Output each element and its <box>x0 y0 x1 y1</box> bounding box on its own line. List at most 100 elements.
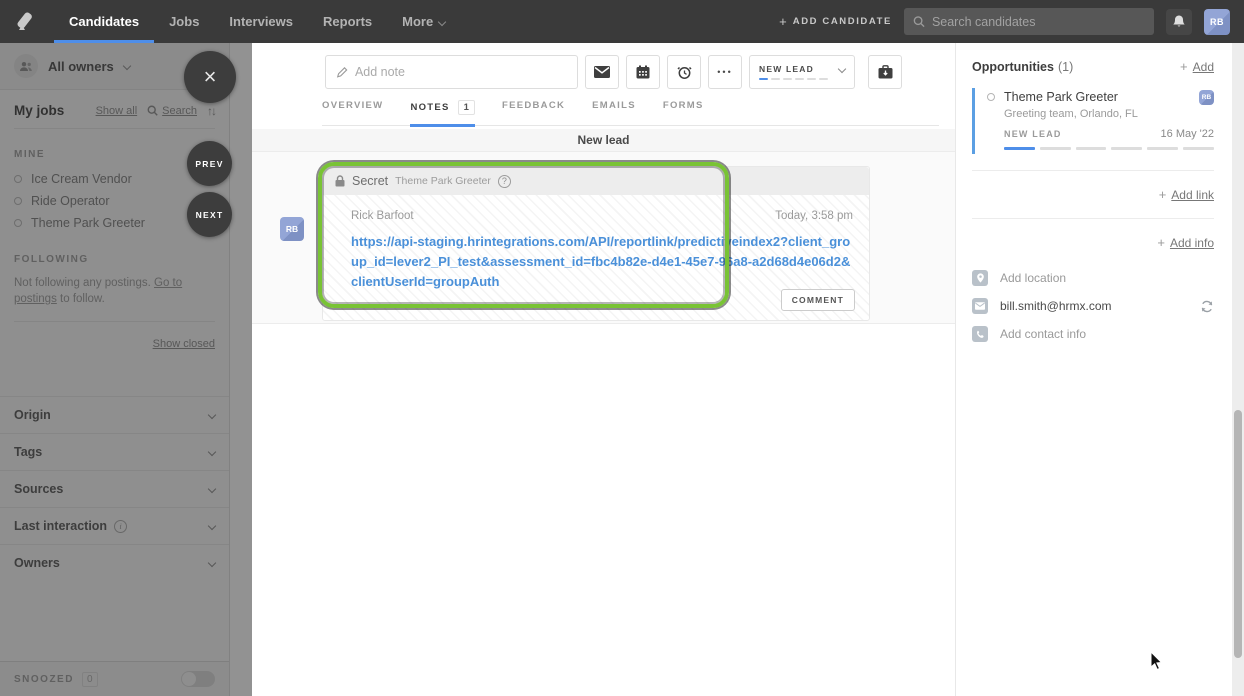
opportunity-stage: NEW LEAD <box>1004 129 1062 139</box>
stage-label: NEW LEAD <box>759 64 814 74</box>
notes-list: RB Secret Theme Park Greeter Rick Bar <box>252 152 955 324</box>
opportunity-card[interactable]: Theme Park Greeter RB Greeting team, Orl… <box>972 88 1214 154</box>
nav-item-more[interactable]: More <box>387 0 460 43</box>
comment-button[interactable]: COMMENT <box>780 289 855 311</box>
divider <box>972 218 1214 219</box>
add-link-button[interactable]: + Add link <box>1159 187 1214 202</box>
chevron-down-icon <box>437 17 447 26</box>
envelope-icon <box>594 66 610 78</box>
notes-count-badge: 1 <box>457 100 475 115</box>
add-location-label: Add location <box>1000 271 1067 285</box>
nav-item-reports[interactable]: Reports <box>308 0 387 43</box>
email-button[interactable] <box>585 55 619 89</box>
stage-section-header: New lead <box>252 129 955 152</box>
add-note-input[interactable] <box>354 65 567 79</box>
note-job-label: Theme Park Greeter <box>395 175 491 187</box>
add-link-label: Add link <box>1171 187 1214 202</box>
user-avatar[interactable]: RB <box>1204 8 1230 35</box>
note-author-avatar: RB <box>280 217 304 241</box>
refresh-icon <box>1201 300 1213 312</box>
opportunities-sidebar: Opportunities (1) + Add Theme Park Greet… <box>955 43 1244 696</box>
vertical-scrollbar[interactable] <box>1232 43 1244 696</box>
phone-icon <box>972 326 988 342</box>
add-opportunity-button[interactable]: + Add <box>1180 59 1214 74</box>
opportunity-title-row: Theme Park Greeter <box>987 90 1214 104</box>
candidate-search-box[interactable] <box>904 8 1154 35</box>
help-icon[interactable] <box>497 174 511 188</box>
tab-overview[interactable]: OVERVIEW <box>322 100 383 120</box>
opportunities-title: Opportunities <box>972 59 1054 74</box>
tab-forms[interactable]: FORMS <box>663 100 704 120</box>
opportunities-header: Opportunities (1) + Add <box>972 59 1214 74</box>
opportunity-stage-row: NEW LEAD 16 May '22 <box>1004 128 1214 140</box>
schedule-button[interactable] <box>626 55 660 89</box>
tab-label: OVERVIEW <box>322 100 384 111</box>
profile-tabs: OVERVIEW NOTES 1 FEEDBACK EMAILS FORMS <box>322 100 939 127</box>
stage-progress <box>759 78 845 80</box>
opportunity-owner-avatar: RB <box>1199 90 1214 105</box>
prev-candidate-button[interactable]: PREV <box>187 141 232 186</box>
note-header: Secret Theme Park Greeter <box>323 167 869 195</box>
nav-item-interviews[interactable]: Interviews <box>214 0 308 43</box>
search-icon <box>913 16 925 28</box>
tab-emails[interactable]: EMAILS <box>592 100 636 120</box>
plus-icon: + <box>1180 59 1188 74</box>
add-link-row: + Add link <box>972 187 1214 202</box>
add-info-button[interactable]: + Add info <box>1157 235 1214 250</box>
page-body: All owners My jobs Show all Search MINE <box>0 43 1244 696</box>
lever-logo-icon <box>17 11 32 30</box>
search-input[interactable] <box>931 14 1145 29</box>
add-candidate-label: ADD CANDIDATE <box>792 16 892 27</box>
add-contact-info-label: Add contact info <box>1000 327 1087 341</box>
add-candidate-button[interactable]: + ADD CANDIDATE <box>779 14 892 29</box>
plus-icon: + <box>1157 235 1165 250</box>
nav-item-label: Jobs <box>169 14 200 29</box>
add-note-field[interactable] <box>325 55 578 89</box>
note-meta: Rick Barfoot Today, 3:58 pm <box>323 195 869 222</box>
profile-center-column: NEW LEAD OVERVIEW <box>252 43 955 696</box>
nav-item-label: Interviews <box>229 14 294 29</box>
tab-label: FORMS <box>662 100 704 111</box>
candidate-email: bill.smith@hrmx.com <box>1000 299 1112 313</box>
opportunities-count: (1) <box>1057 59 1074 74</box>
pencil-icon <box>336 66 348 78</box>
chevron-down-icon <box>837 64 847 74</box>
nav-item-candidates[interactable]: Candidates <box>54 0 155 43</box>
plus-icon: + <box>1158 187 1167 202</box>
add-to-job-button[interactable] <box>868 55 902 89</box>
tab-feedback[interactable]: FEEDBACK <box>502 100 565 120</box>
tab-notes[interactable]: NOTES 1 <box>410 100 475 127</box>
briefcase-icon <box>878 65 892 79</box>
notifications-button[interactable] <box>1166 8 1192 35</box>
opportunity-progress <box>1004 147 1214 150</box>
more-actions-button[interactable] <box>708 55 742 89</box>
add-opportunity-label: Add <box>1192 59 1214 74</box>
note-card: Secret Theme Park Greeter Rick Barfoot T… <box>322 166 870 321</box>
email-contact-row[interactable]: bill.smith@hrmx.com <box>972 292 1214 320</box>
next-candidate-button[interactable]: NEXT <box>187 192 232 237</box>
note-author-name: Rick Barfoot <box>351 210 414 222</box>
nav-item-jobs[interactable]: Jobs <box>154 0 214 43</box>
tab-label: EMAILS <box>592 100 636 111</box>
lever-logo[interactable] <box>0 0 54 43</box>
top-nav: Candidates Jobs Interviews Reports More … <box>0 0 1244 43</box>
scrollbar-thumb[interactable] <box>1234 410 1242 658</box>
alarm-clock-icon <box>676 66 692 79</box>
opportunity-team: Greeting team, Orlando, FL <box>1004 108 1138 120</box>
add-info-row: + Add info <box>972 235 1214 250</box>
stage-dropdown[interactable]: NEW LEAD <box>749 55 855 89</box>
add-contact-info-row[interactable]: Add contact info <box>972 320 1214 348</box>
job-circle-icon <box>987 93 995 101</box>
add-location-row[interactable]: Add location <box>972 264 1214 292</box>
nav-items: Candidates Jobs Interviews Reports More <box>54 0 460 43</box>
close-profile-button[interactable] <box>184 51 236 103</box>
note-body: Rick Barfoot Today, 3:58 pm https://api-… <box>323 195 869 320</box>
nav-item-label: More <box>402 14 434 29</box>
profile-toolbar: NEW LEAD <box>325 55 902 89</box>
sync-email-button[interactable] <box>1200 300 1214 313</box>
snooze-button[interactable] <box>667 55 701 89</box>
add-info-label: Add info <box>1169 235 1214 250</box>
nav-item-label: Reports <box>323 14 373 29</box>
note-body-link[interactable]: https://api-staging.hrintegrations.com/A… <box>351 232 856 292</box>
calendar-icon <box>636 65 650 79</box>
